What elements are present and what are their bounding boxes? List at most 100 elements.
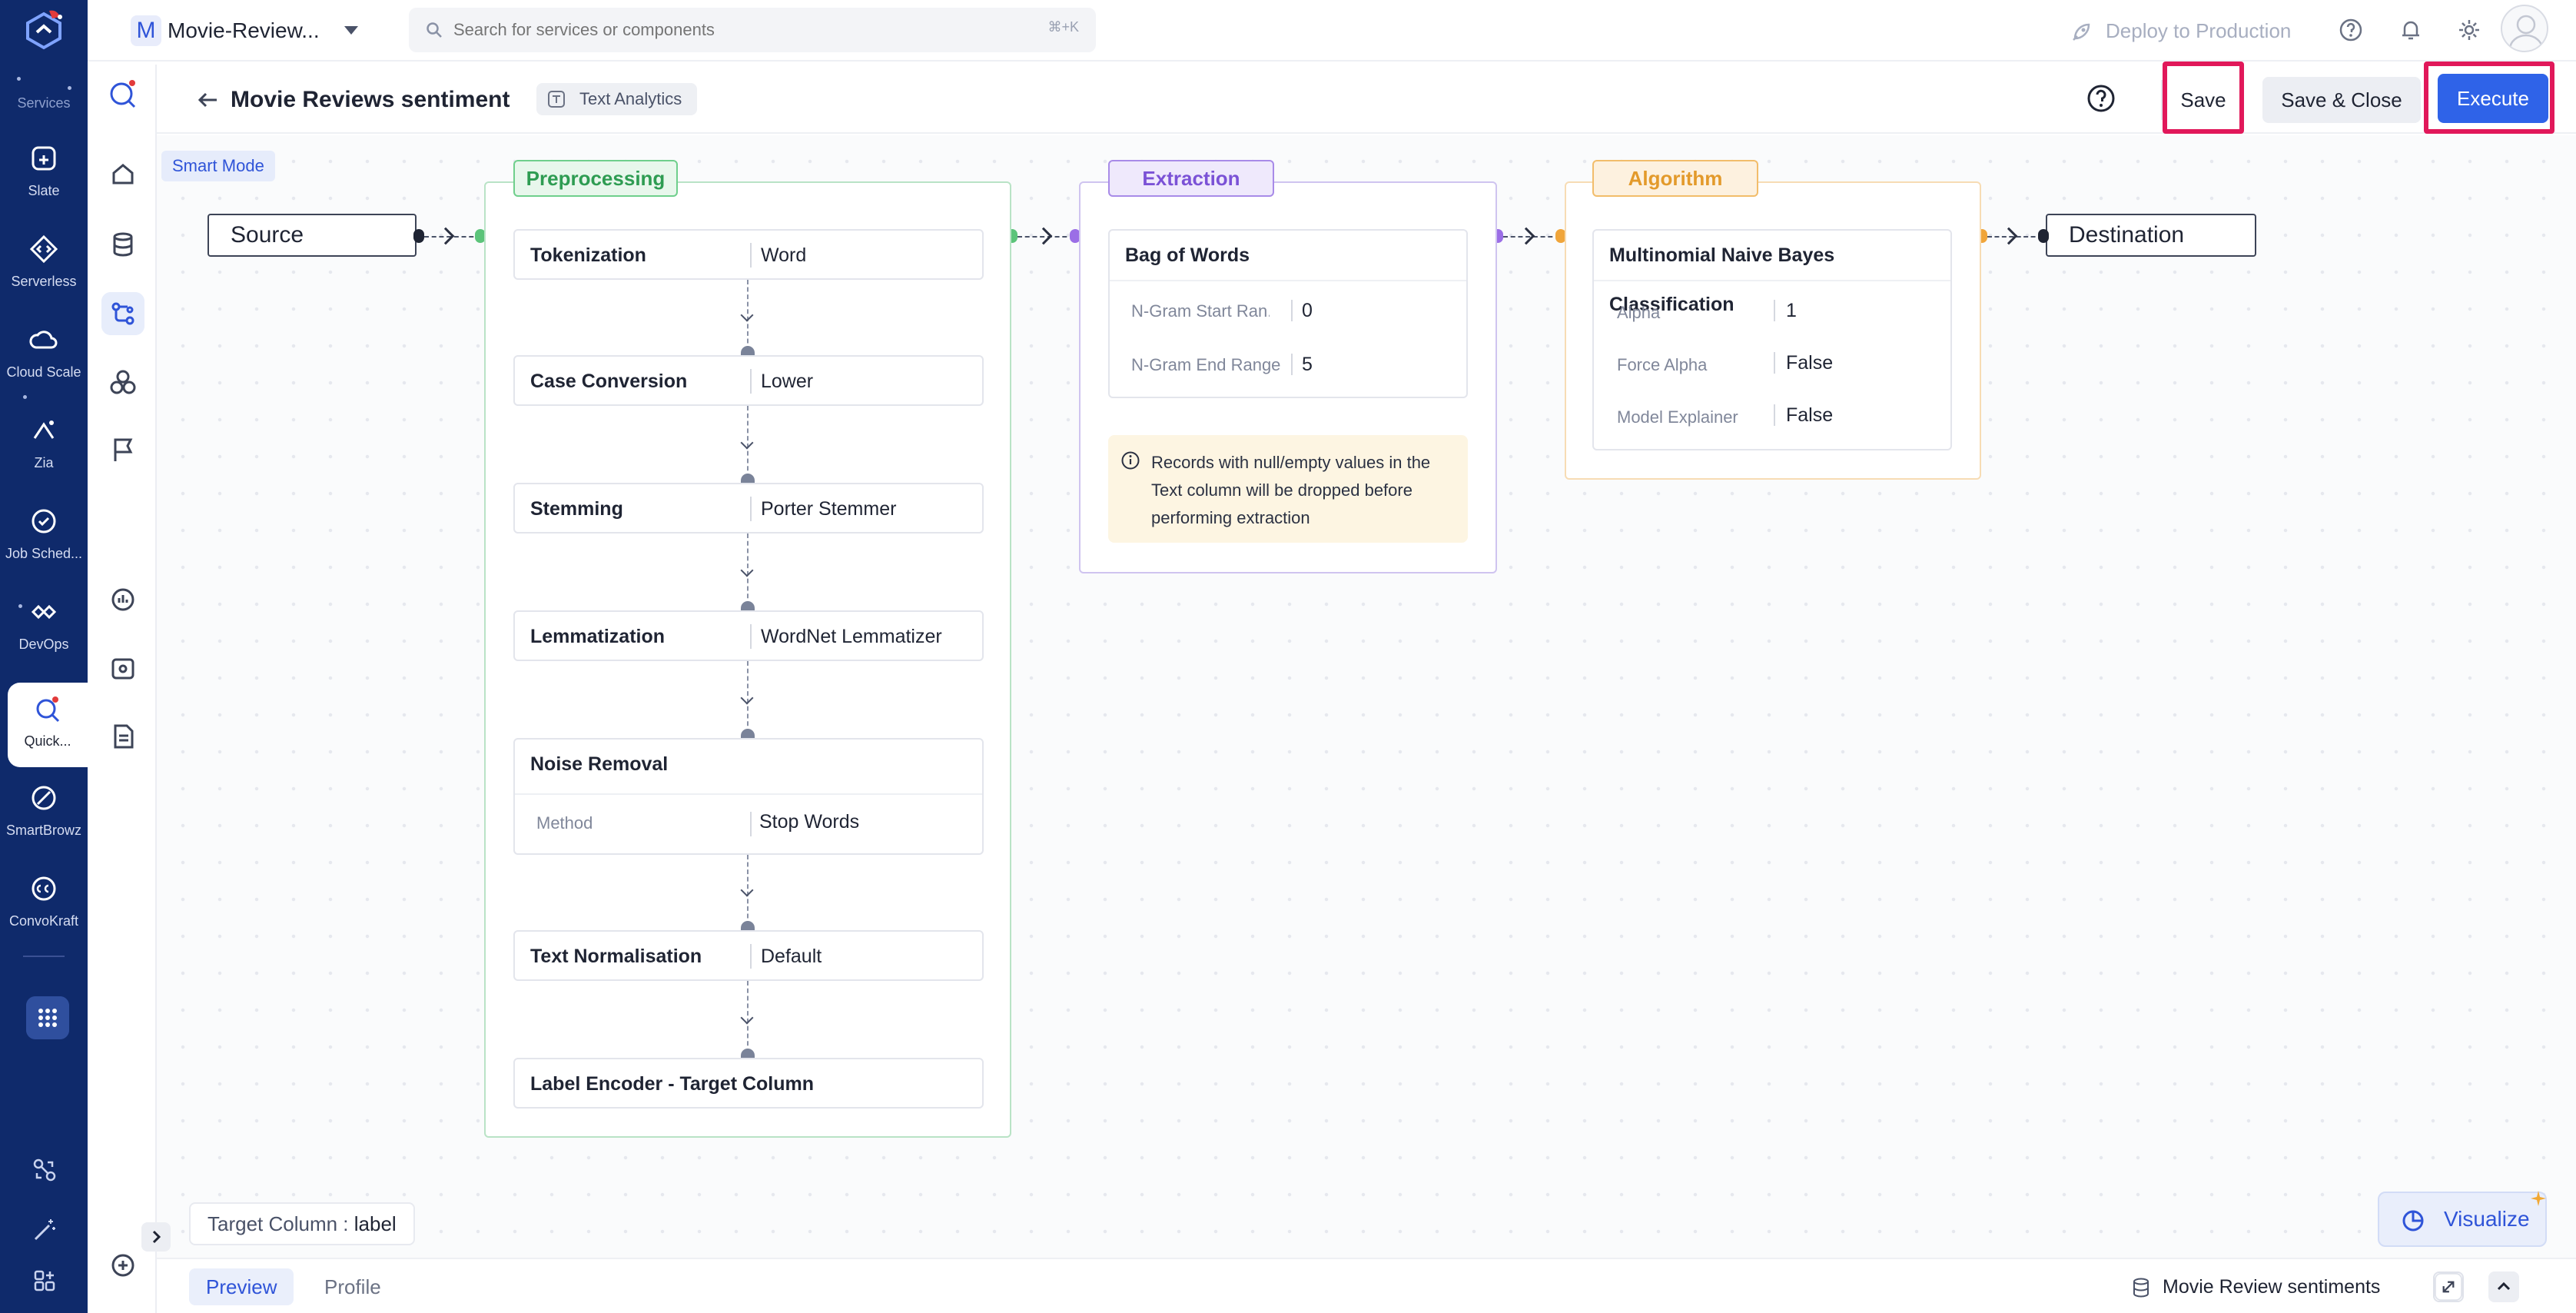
settings-shield-icon[interactable] (101, 647, 144, 690)
chevron-down-icon[interactable] (344, 26, 358, 35)
tab-preview[interactable]: Preview (189, 1268, 294, 1305)
user-icon (2508, 15, 2544, 50)
rail-item-label: SmartBrowz (5, 823, 81, 838)
integrations-icon[interactable] (31, 1156, 58, 1184)
rail-item-label: Cloud Scale (6, 364, 81, 380)
save-and-close-button[interactable]: Save & Close (2262, 77, 2421, 123)
chevron-up-icon[interactable] (2488, 1271, 2519, 1302)
connector-dot (741, 601, 755, 610)
rail-item-label: Job Sched... (5, 546, 83, 561)
pipeline-header: Movie Reviews sentiment Text Analytics S… (157, 61, 2576, 134)
rail-item-label: ConvoKraft (8, 913, 79, 929)
param-separator (1291, 300, 1293, 321)
chevron-right-icon[interactable] (141, 1222, 171, 1252)
connector-dot (2038, 229, 2049, 243)
save-button[interactable]: Save (2170, 77, 2236, 123)
avatar[interactable] (2501, 5, 2548, 52)
step-tokenization[interactable]: Tokenization Word (513, 229, 984, 280)
models-icon[interactable] (101, 361, 144, 404)
flag-icon[interactable] (101, 429, 144, 472)
naive-bayes-card[interactable]: Multinomial Naive Bayes Classification A… (1592, 229, 1952, 450)
rail-item-serverless[interactable]: Serverless (0, 232, 88, 317)
rail-item-cloud-scale[interactable]: Cloud Scale (0, 323, 88, 407)
services-label: Services (17, 95, 71, 111)
database-icon[interactable] (101, 223, 144, 266)
param-key: N-Gram Start Ran... (1131, 301, 1270, 321)
search-bar[interactable]: ⌘+K (409, 8, 1096, 52)
search-input[interactable] (453, 14, 991, 46)
dataset-name[interactable]: Movie Review sentiments (2132, 1268, 2380, 1305)
help-icon[interactable] (2086, 83, 2116, 114)
param-value: 1 (1786, 300, 1797, 321)
step-label-encoder[interactable]: Label Encoder - Target Column (513, 1058, 984, 1109)
param-value: False (1786, 404, 1834, 426)
rail-item-quickml[interactable]: Quick... (8, 683, 88, 767)
step-text-normalisation[interactable]: Text Normalisation Default (513, 930, 984, 981)
all-services-grid-icon[interactable] (26, 996, 69, 1039)
help-icon[interactable] (2338, 17, 2364, 43)
decor-dot (23, 395, 27, 399)
visualize-button[interactable]: Visualize (2378, 1192, 2547, 1247)
magic-wand-icon[interactable] (31, 1216, 58, 1244)
step-name: Label Encoder - Target Column (530, 1073, 815, 1095)
tab-profile[interactable]: Profile (307, 1268, 398, 1305)
step-value: Lower (761, 371, 814, 392)
rail-item-zia[interactable]: Zia (0, 414, 88, 498)
step-stemming[interactable]: Stemming Porter Stemmer (513, 483, 984, 534)
pipeline-type-tag: Text Analytics (536, 83, 698, 115)
pie-chart-icon (2402, 1210, 2424, 1232)
top-bar: M Movie-Review... ⌘+K Deploy to Producti… (88, 0, 2576, 61)
back-arrow-icon[interactable] (194, 86, 221, 114)
smart-mode-badge[interactable]: Smart Mode (161, 151, 275, 181)
job-scheduling-icon (32, 509, 56, 534)
document-icon[interactable] (101, 715, 144, 758)
add-widget-icon[interactable] (31, 1267, 58, 1295)
step-divider (515, 793, 982, 795)
rail-item-devops[interactable]: DevOps (0, 595, 88, 680)
param-value: False (1786, 352, 1834, 374)
connector-dot (741, 474, 755, 483)
rail-item-slate[interactable]: Slate (0, 141, 88, 226)
rail-item-label: Quick... (24, 733, 71, 749)
quickml-sidebar (88, 65, 157, 1313)
project-badge[interactable]: M (131, 15, 161, 46)
bell-icon[interactable] (2398, 17, 2424, 43)
connector-dot (741, 921, 755, 930)
home-icon[interactable] (101, 152, 144, 195)
step-param-key: Method (536, 813, 593, 833)
step-value: Porter Stemmer (761, 498, 897, 520)
zia-icon (33, 420, 55, 439)
info-note-text: Records with null/empty values in the Te… (1151, 453, 1431, 527)
cloud-scale-icon (29, 331, 58, 349)
smartbrowz-icon (32, 786, 56, 810)
step-name: Stemming (530, 498, 623, 520)
add-circle-icon[interactable] (101, 1244, 144, 1287)
rail-item-convokraft[interactable]: ConvoKraft (0, 872, 88, 956)
catalyst-logo-icon[interactable] (22, 8, 66, 54)
execute-button[interactable]: Execute (2438, 74, 2548, 123)
deploy-to-production-button[interactable]: Deploy to Production (2070, 15, 2291, 46)
step-noise-removal[interactable]: Noise Removal Method Stop Words (513, 738, 984, 855)
step-param-value: Stop Words (759, 811, 860, 833)
deploy-label: Deploy to Production (2106, 19, 2292, 42)
bag-of-words-card[interactable]: Bag of Words N-Gram Start Ran... 0 N-Gra… (1108, 229, 1468, 398)
step-lemmatization[interactable]: Lemmatization WordNet Lemmatizer (513, 610, 984, 661)
step-name: Lemmatization (530, 626, 666, 647)
connector-dot (741, 1049, 755, 1058)
step-case-conversion[interactable]: Case Conversion Lower (513, 355, 984, 406)
step-separator (750, 369, 752, 394)
rocket-icon (2073, 23, 2090, 41)
step-name: Text Normalisation (530, 946, 702, 967)
rail-item-smartbrowz[interactable]: SmartBrowz (0, 781, 88, 866)
destination-node[interactable]: Destination (2046, 214, 2256, 257)
pipeline-icon[interactable] (101, 292, 144, 335)
quickml-logo-icon[interactable] (101, 72, 144, 115)
gear-icon[interactable] (2456, 17, 2482, 43)
rail-item-label: Serverless (11, 274, 77, 289)
analytics-icon[interactable] (101, 578, 144, 621)
rail-item-job-scheduling[interactable]: Job Sched... (0, 504, 88, 589)
expand-icon[interactable] (2433, 1271, 2464, 1302)
project-name[interactable]: Movie-Review... (168, 15, 320, 46)
source-node[interactable]: Source (207, 214, 417, 257)
decor-dot (17, 77, 21, 81)
